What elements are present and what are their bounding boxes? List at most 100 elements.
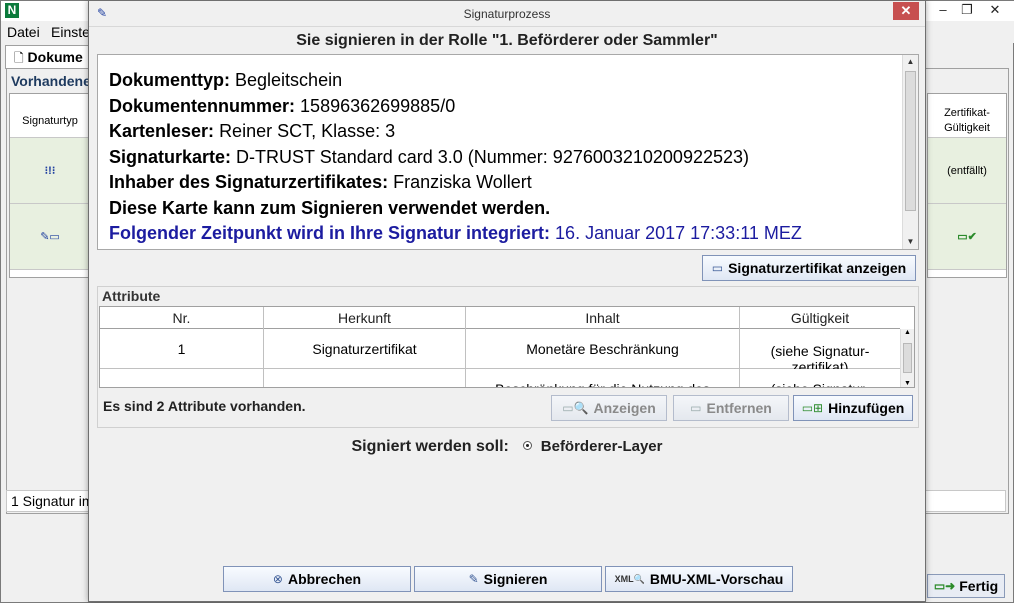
scroll-down-icon[interactable]: ▼ [903, 235, 918, 249]
attributes-table-header: Nr. Herkunft Inhalt Gültigkeit [100, 307, 900, 329]
info-label: Kartenleser: [109, 121, 215, 141]
info-label: Inhaber des Signaturzertifikates: [109, 172, 389, 192]
info-scrollbar[interactable]: ▲ ▼ [902, 55, 918, 249]
attributes-legend: Attribute [101, 288, 162, 304]
close-icon[interactable]: ✕ [981, 1, 1009, 19]
cancel-button[interactable]: ⊗ Abbrechen [223, 566, 411, 592]
cell-nr: 1 [100, 329, 264, 369]
info-doc-type: Dokumenttyp: Begleitschein [109, 68, 899, 94]
view-icon: ▭🔍 [562, 401, 589, 415]
signature-type-column: Signaturtyp ⁝!⁝ ✎▭ [9, 93, 91, 278]
validity-cell[interactable]: (entfällt) [928, 138, 1006, 204]
menu-einstellungen[interactable]: Einste [51, 24, 90, 40]
app-logo: N [5, 3, 19, 18]
signature-type-cell[interactable]: ⁝!⁝ [10, 138, 90, 204]
validity-cell[interactable]: ▭✔ [928, 204, 1006, 270]
column-header-zertifikat-gueltigkeit: Zertifikat-Gültigkeit [928, 94, 1006, 138]
cell-herkunft: Signaturzertifikat [264, 329, 466, 369]
info-value: 15896362699885/0 [300, 95, 456, 116]
sign-button[interactable]: ✎ Signieren [414, 566, 602, 592]
attributes-count: Es sind 2 Attribute vorhanden. [103, 398, 306, 414]
certificate-icon: ▭ [711, 261, 724, 275]
add-attribute-label: Hinzufügen [828, 400, 905, 416]
dialog-close-button[interactable]: ✕ [893, 2, 919, 20]
dialog-title: Signaturprozess [463, 7, 551, 21]
restore-icon[interactable]: ❐ [953, 1, 981, 19]
signature-process-dialog: ✎ Signaturprozess ✕ Sie signieren in der… [88, 0, 926, 602]
xml-preview-icon: XML🔍 [614, 573, 645, 584]
info-doc-number: Dokumentennummer: 15896362699885/0 [109, 94, 899, 120]
tab-label: Dokume [27, 49, 83, 65]
scroll-thumb[interactable] [905, 71, 916, 211]
fertig-label: Fertig [959, 578, 999, 594]
sign-label: Signieren [483, 571, 548, 587]
xml-preview-label: BMU-XML-Vorschau [649, 571, 784, 587]
signature-info-box: Dokumenttyp: Begleitschein Dokumentennum… [97, 54, 919, 250]
remove-icon: ▭ [690, 401, 702, 415]
menu-datei[interactable]: Datei [7, 24, 40, 40]
column-header-herkunft[interactable]: Herkunft [264, 307, 466, 329]
info-label: Dokumentennummer: [109, 95, 296, 116]
cert-valid-icon: ▭✔ [957, 231, 977, 243]
info-cert-holder: Inhaber des Signaturzertifikates: Franzi… [109, 170, 899, 196]
attributes-scrollbar[interactable]: ▲ ▼ [900, 329, 914, 387]
dialog-titlebar: ✎ Signaturprozess ✕ [89, 1, 925, 27]
scroll-thumb[interactable] [903, 343, 912, 373]
fertig-button[interactable]: ▭➜ Fertig [927, 574, 1005, 598]
cell-inhalt: Beschränkung für die Nutzung des [466, 369, 740, 387]
validity-text: (entfällt) [947, 164, 987, 177]
xml-preview-button[interactable]: XML🔍 BMU-XML-Vorschau [605, 566, 793, 592]
info-value: Begleitschein [235, 70, 343, 90]
layer-option-label[interactable]: Beförderer-Layer [541, 438, 663, 455]
cell-nr [100, 369, 264, 387]
role-heading: Sie signieren in der Rolle "1. Befördere… [296, 32, 718, 49]
info-value: 16. Januar 2017 17:33:11 MEZ [555, 223, 802, 243]
show-attribute-label: Anzeigen [593, 400, 656, 416]
scroll-up-icon[interactable]: ▲ [903, 55, 918, 69]
info-timestamp: Folgender Zeitpunkt wird in Ihre Signatu… [109, 221, 899, 247]
layer-selection: Signiert werden soll: Beförderer-Layer [89, 438, 925, 458]
attributes-table: Nr. Herkunft Inhalt Gültigkeit 1 Signatu… [99, 306, 915, 388]
column-header-signaturtyp: Signaturtyp [10, 94, 90, 138]
signature-card-icon: ✎▭ [40, 231, 60, 243]
column-header-inhalt[interactable]: Inhalt [466, 307, 740, 329]
info-value: Reiner SCT, Klasse: 3 [219, 121, 396, 141]
layer-label: Signiert werden soll: [351, 438, 509, 455]
info-value: Franziska Wollert [393, 172, 532, 192]
show-attribute-button[interactable]: ▭🔍 Anzeigen [551, 395, 667, 421]
remove-attribute-button[interactable]: ▭ Entfernen [673, 395, 789, 421]
table-row[interactable]: Beschränkung für die Nutzung des (siehe … [100, 369, 900, 387]
show-certificate-button[interactable]: ▭ Signaturzertifikat anzeigen [702, 255, 916, 281]
finish-arrow-icon: ▭➜ [933, 579, 956, 593]
cell-gueltigkeit: (siehe Signatur- [740, 369, 900, 387]
cancel-icon: ⊗ [272, 572, 283, 586]
info-card-reader: Kartenleser: Reiner SCT, Klasse: 3 [109, 119, 899, 145]
info-label: Signaturkarte: [109, 146, 232, 167]
tab-dokument[interactable]: 🗋 Dokume [5, 45, 95, 69]
remove-attribute-label: Entfernen [706, 400, 772, 416]
show-certificate-label: Signaturzertifikat anzeigen [728, 260, 907, 276]
cell-inhalt: Monetäre Beschränkung [466, 329, 740, 369]
signature-type-cell[interactable]: ✎▭ [10, 204, 90, 270]
cancel-label: Abbrechen [287, 571, 362, 587]
cell-herkunft [264, 369, 466, 387]
cert-validity-column: Zertifikat-Gültigkeit (entfällt) ▭✔ [927, 93, 1007, 278]
scroll-up-icon[interactable]: ▲ [901, 329, 914, 336]
section-label: Vorhandene [11, 73, 91, 89]
signature-pending-icon: ⁝!⁝ [44, 165, 56, 177]
scroll-down-icon[interactable]: ▼ [901, 380, 914, 387]
info-signature-card: Signaturkarte: D-TRUST Standard card 3.0… [109, 145, 899, 171]
signature-pen-icon: ✎ [468, 572, 479, 586]
info-label: Folgender Zeitpunkt wird in Ihre Signatu… [109, 223, 551, 243]
layer-radio-button[interactable] [523, 441, 533, 450]
column-header-gueltigkeit[interactable]: Gültigkeit [740, 307, 900, 329]
info-card-ok: Diese Karte kann zum Signieren verwendet… [109, 196, 899, 222]
info-label: Dokumenttyp: [109, 70, 230, 90]
add-attribute-button[interactable]: ▭⊞ Hinzufügen [793, 395, 913, 421]
info-message: Diese Karte kann zum Signieren verwendet… [109, 197, 551, 218]
document-icon: 🗋 [14, 51, 24, 65]
add-icon: ▭⊞ [801, 401, 824, 415]
info-value: D-TRUST Standard card 3.0 (Nummer: 92760… [236, 146, 750, 167]
table-row[interactable]: 1 Signaturzertifikat Monetäre Beschränku… [100, 329, 900, 369]
column-header-nr[interactable]: Nr. [100, 307, 264, 329]
